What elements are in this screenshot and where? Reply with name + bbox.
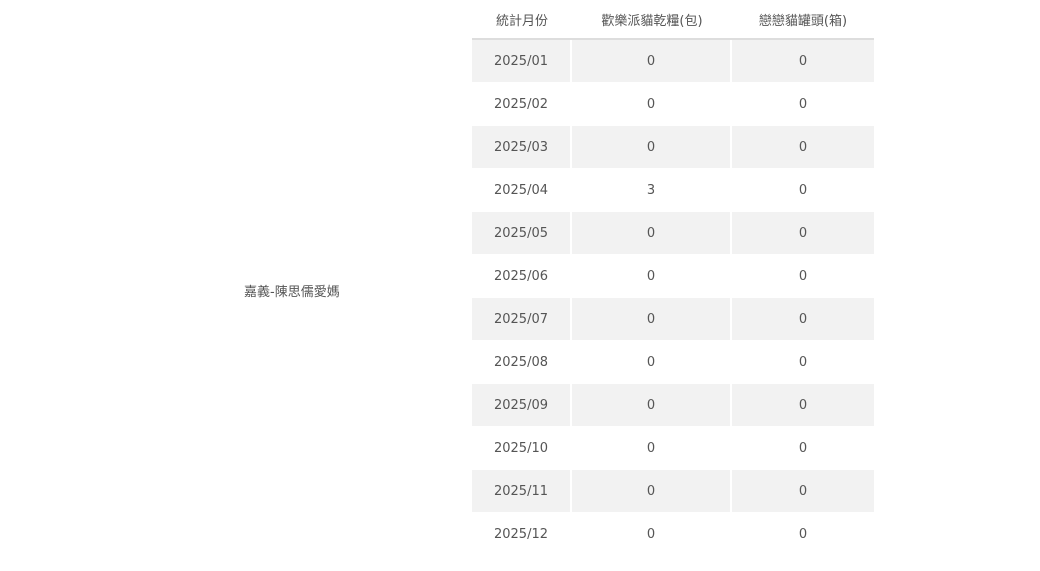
cell-canned-food-count: 0	[732, 298, 874, 341]
table-row: 2025/04 3 0	[472, 169, 874, 212]
table-row: 2025/09 0 0	[472, 384, 874, 427]
cell-month: 2025/04	[472, 169, 572, 212]
cell-month: 2025/06	[472, 255, 572, 298]
page: 嘉義-陳思儒愛媽 統計月份 歡樂派貓乾糧(包) 戀戀貓罐頭(箱) 2025/01…	[0, 0, 1040, 571]
table-row: 2025/06 0 0	[472, 255, 874, 298]
cell-month: 2025/12	[472, 513, 572, 556]
cell-month: 2025/02	[472, 83, 572, 126]
cell-month: 2025/07	[472, 298, 572, 341]
cell-month: 2025/08	[472, 341, 572, 384]
caregiver-name: 嘉義-陳思儒愛媽	[244, 285, 340, 300]
monthly-stats-table: 統計月份 歡樂派貓乾糧(包) 戀戀貓罐頭(箱) 2025/01 0 0 2025/02…	[472, 0, 874, 556]
cell-dry-food-count: 0	[572, 83, 732, 126]
cell-dry-food-count: 0	[572, 126, 732, 169]
cell-canned-food-count: 0	[732, 427, 874, 470]
cell-canned-food-count: 0	[732, 40, 874, 83]
cell-month: 2025/09	[472, 384, 572, 427]
cell-dry-food-count: 0	[572, 40, 732, 83]
cell-canned-food-count: 0	[732, 470, 874, 513]
cell-dry-food-count: 0	[572, 427, 732, 470]
table-row: 2025/11 0 0	[472, 470, 874, 513]
cell-canned-food-count: 0	[732, 212, 874, 255]
cell-dry-food-count: 3	[572, 169, 732, 212]
table-row: 2025/01 0 0	[472, 40, 874, 83]
cell-month: 2025/01	[472, 40, 572, 83]
cell-dry-food-count: 0	[572, 470, 732, 513]
table-body: 2025/01 0 0 2025/02 0 0 2025/03 0 0 2025/04 3 0 2025…	[472, 40, 874, 556]
table-row: 2025/12 0 0	[472, 513, 874, 556]
table-row: 2025/03 0 0	[472, 126, 874, 169]
cell-canned-food-count: 0	[732, 341, 874, 384]
cell-canned-food-count: 0	[732, 83, 874, 126]
cell-dry-food-count: 0	[572, 212, 732, 255]
cell-dry-food-count: 0	[572, 513, 732, 556]
header-month: 統計月份	[472, 0, 572, 40]
cell-dry-food-count: 0	[572, 255, 732, 298]
table-header: 統計月份 歡樂派貓乾糧(包) 戀戀貓罐頭(箱)	[472, 0, 874, 40]
header-canned-food: 戀戀貓罐頭(箱)	[732, 0, 874, 40]
cell-dry-food-count: 0	[572, 384, 732, 427]
cell-month: 2025/11	[472, 470, 572, 513]
cell-canned-food-count: 0	[732, 513, 874, 556]
cell-canned-food-count: 0	[732, 169, 874, 212]
table-row: 2025/07 0 0	[472, 298, 874, 341]
cell-canned-food-count: 0	[732, 255, 874, 298]
cell-canned-food-count: 0	[732, 126, 874, 169]
header-row: 統計月份 歡樂派貓乾糧(包) 戀戀貓罐頭(箱)	[472, 0, 874, 40]
table-row: 2025/05 0 0	[472, 212, 874, 255]
table-row: 2025/10 0 0	[472, 427, 874, 470]
cell-month: 2025/05	[472, 212, 572, 255]
cell-month: 2025/03	[472, 126, 572, 169]
cell-month: 2025/10	[472, 427, 572, 470]
table-row: 2025/08 0 0	[472, 341, 874, 384]
cell-dry-food-count: 0	[572, 341, 732, 384]
table-row: 2025/02 0 0	[472, 83, 874, 126]
header-dry-food: 歡樂派貓乾糧(包)	[572, 0, 732, 40]
cell-dry-food-count: 0	[572, 298, 732, 341]
cell-canned-food-count: 0	[732, 384, 874, 427]
